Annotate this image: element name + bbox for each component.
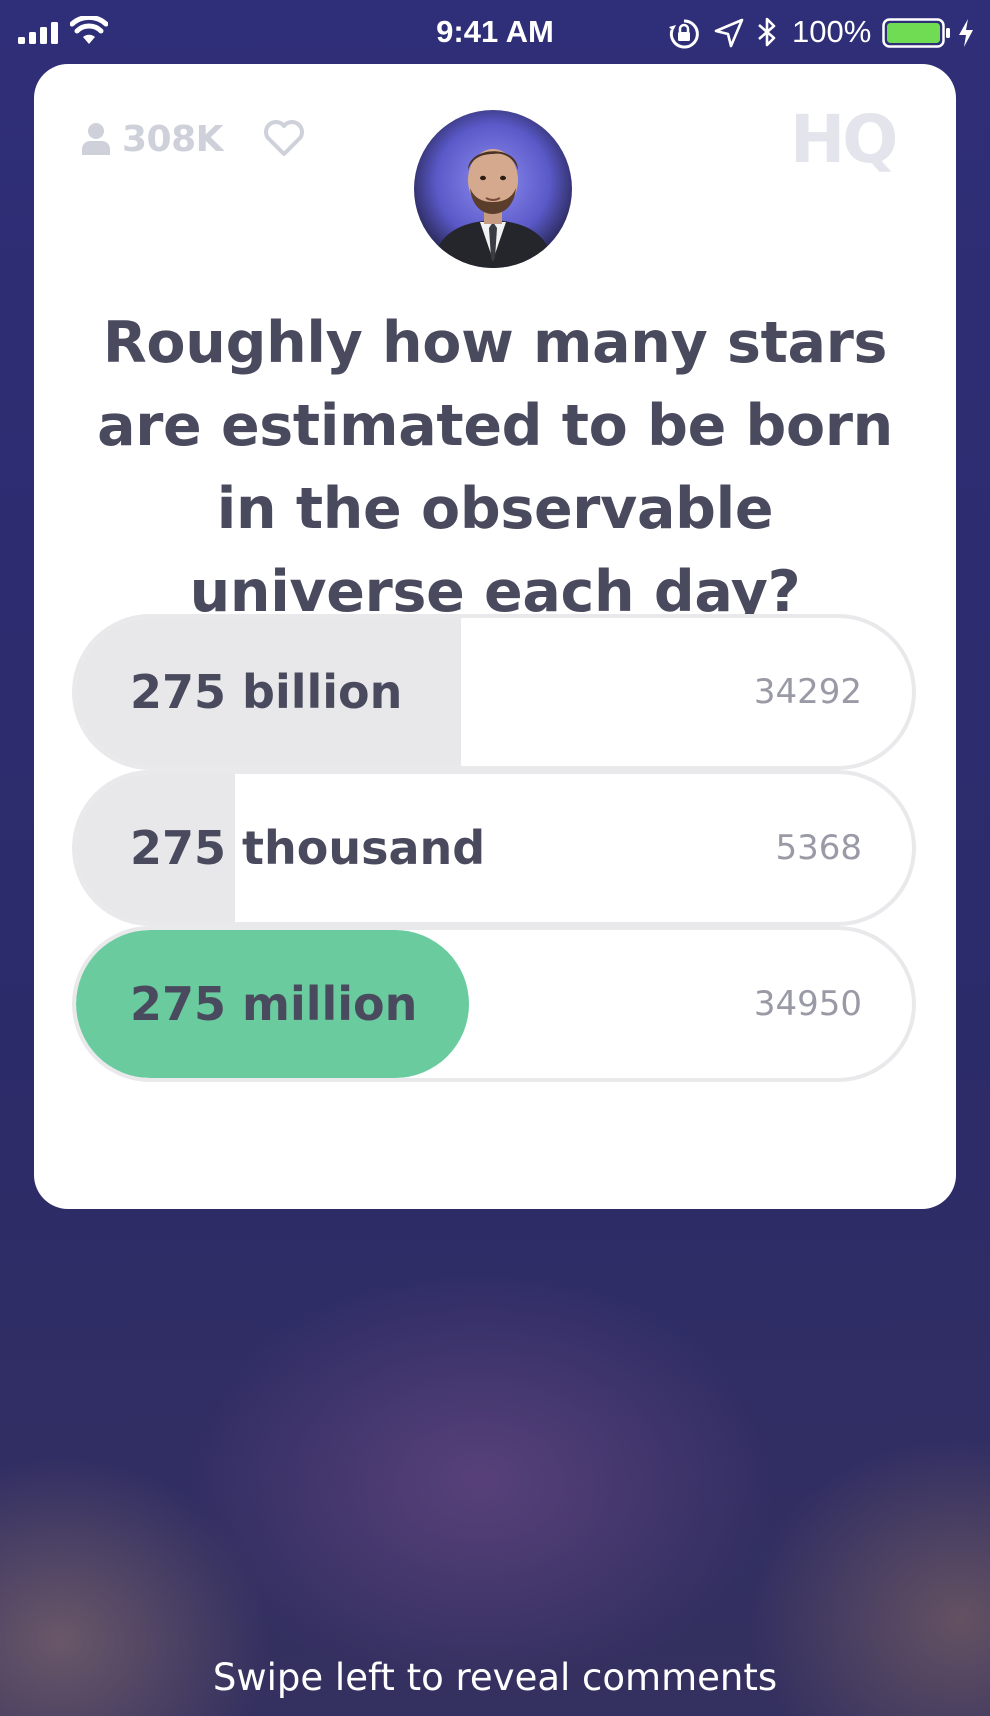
battery-icon — [882, 18, 950, 48]
answer-label: 275 million — [130, 977, 418, 1031]
host-video-icon — [414, 110, 572, 268]
charging-icon — [959, 19, 973, 47]
viewer-count: 308K — [80, 116, 224, 162]
question-text: Roughly how many stars are estimated to … — [97, 310, 893, 625]
answer-label: 275 thousand — [130, 821, 486, 875]
answer-count: 34950 — [753, 984, 862, 1024]
answer-option-275-billion[interactable]: 275 billion 34292 — [72, 614, 916, 770]
answer-option-275-thousand[interactable]: 275 thousand 5368 — [72, 770, 916, 926]
answer-count: 34292 — [753, 672, 862, 712]
heart-icon[interactable] — [262, 118, 306, 158]
answer-label: 275 billion — [130, 665, 403, 719]
hq-logo: HQ — [790, 102, 898, 178]
bluetooth-icon — [758, 17, 776, 47]
orientation-lock-icon — [669, 19, 699, 49]
viewer-count-value: 308K — [122, 118, 224, 160]
location-icon — [714, 18, 744, 48]
person-icon — [82, 123, 110, 155]
swipe-hint: Swipe left to reveal comments — [212, 1656, 778, 1699]
status-bar: 9:41 AM 100% — [0, 0, 990, 62]
svg-text:HQ: HQ — [790, 102, 895, 178]
host-avatar — [414, 110, 572, 268]
answer-count: 5368 — [775, 828, 862, 868]
answer-option-275-million[interactable]: 275 million 34950 — [72, 926, 916, 1082]
question-card: 308K HQ Roughly how many stars are estim… — [34, 64, 956, 1209]
battery-percent: 100% — [792, 14, 872, 49]
